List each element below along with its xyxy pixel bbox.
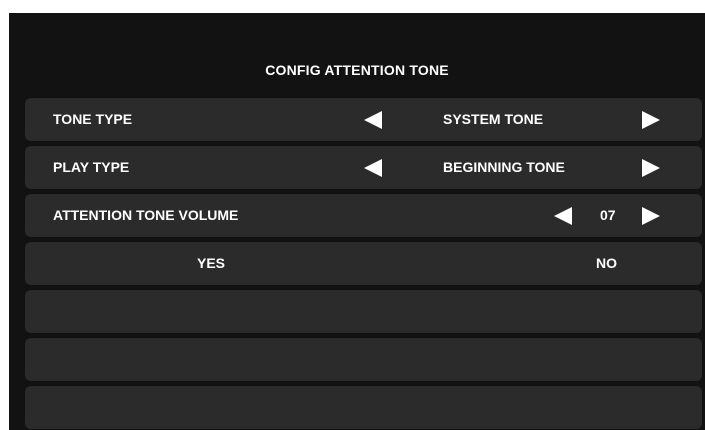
play-type-label: PLAY TYPE bbox=[53, 159, 130, 175]
tone-type-label: TONE TYPE bbox=[53, 111, 133, 127]
screen: CONFIG ATTENTION TONE TONE TYPE SYSTEM T… bbox=[9, 13, 705, 430]
row-actions: YES NO bbox=[25, 242, 702, 285]
tone-type-value: SYSTEM TONE bbox=[443, 111, 544, 127]
row-play-type[interactable]: PLAY TYPE BEGINNING TONE bbox=[25, 146, 702, 189]
row-tone-type[interactable]: TONE TYPE SYSTEM TONE bbox=[25, 98, 702, 141]
volume-value: 07 bbox=[600, 207, 616, 223]
tone-type-next-arrow-icon[interactable] bbox=[642, 111, 660, 129]
volume-label: ATTENTION TONE VOLUME bbox=[53, 207, 239, 223]
empty-row bbox=[25, 338, 702, 381]
yes-button[interactable]: YES bbox=[197, 255, 225, 271]
empty-row bbox=[25, 290, 702, 333]
tone-type-prev-arrow-icon[interactable] bbox=[364, 111, 382, 129]
empty-row bbox=[25, 386, 702, 429]
row-attention-tone-volume[interactable]: ATTENTION TONE VOLUME 07 bbox=[25, 194, 702, 237]
volume-increase-arrow-icon[interactable] bbox=[642, 207, 660, 225]
play-type-prev-arrow-icon[interactable] bbox=[364, 159, 382, 177]
volume-decrease-arrow-icon[interactable] bbox=[554, 207, 572, 225]
play-type-value: BEGINNING TONE bbox=[443, 159, 565, 175]
no-button[interactable]: NO bbox=[596, 255, 617, 271]
page-title: CONFIG ATTENTION TONE bbox=[265, 62, 449, 78]
play-type-next-arrow-icon[interactable] bbox=[642, 159, 660, 177]
